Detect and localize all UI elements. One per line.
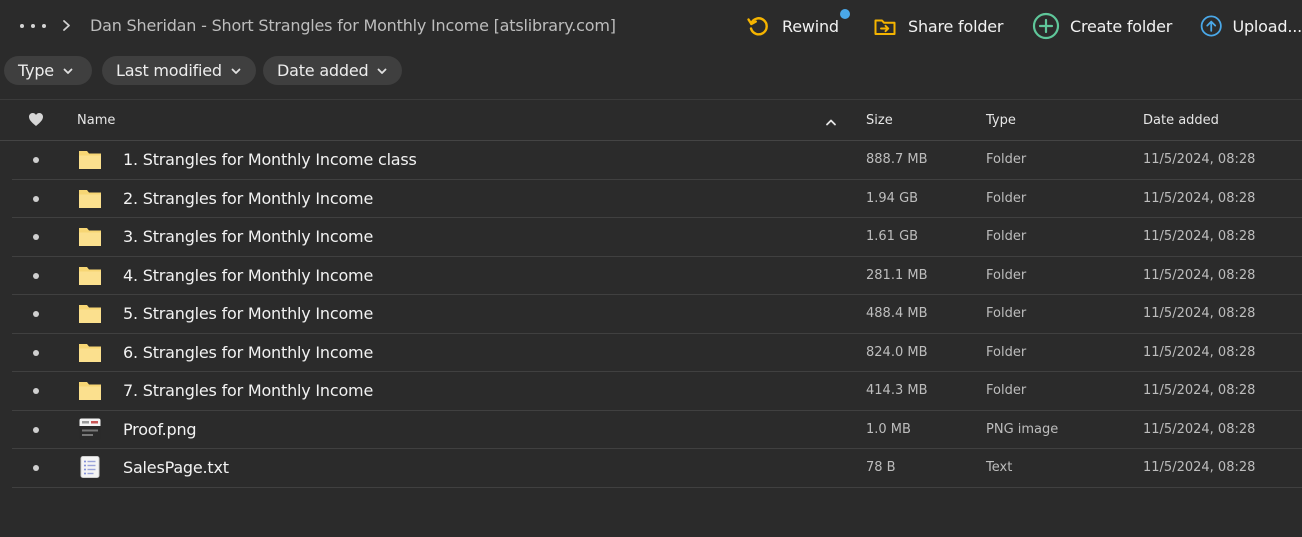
- file-date-added: 11/5/2024, 08:28: [1143, 229, 1256, 244]
- sort-ascending-icon[interactable]: [825, 116, 837, 131]
- folder-icon: [79, 151, 101, 169]
- file-size: 1.94 GB: [866, 190, 919, 206]
- table-row[interactable]: SalesPage.txt 78 B Text 11/5/2024, 08:28: [12, 449, 1302, 488]
- file-date-added: 11/5/2024, 08:28: [1143, 306, 1256, 321]
- table-header: Name Size Type Date added: [0, 99, 1302, 141]
- file-date-added: 11/5/2024, 08:28: [1143, 383, 1256, 398]
- file-size: 1.61 GB: [866, 229, 919, 244]
- rewind-icon: [747, 17, 768, 36]
- type-column-header[interactable]: Type: [986, 113, 1016, 128]
- name-column-header[interactable]: Name: [77, 113, 115, 128]
- table-row[interactable]: 5. Strangles for Monthly Income 488.4 MB…: [12, 295, 1302, 334]
- upload-button[interactable]: Upload...: [1200, 12, 1302, 40]
- row-bullet: [33, 465, 39, 471]
- file-type: Folder: [986, 190, 1027, 206]
- type-filter-label: Type: [18, 61, 54, 80]
- chevron-down-icon: [378, 68, 387, 74]
- file-browser: Dan Sheridan - Short Strangles for Month…: [0, 0, 1302, 537]
- row-bullet: [33, 311, 39, 317]
- date-added-column-header[interactable]: Date added: [1143, 113, 1219, 128]
- file-type: PNG image: [986, 421, 1059, 437]
- row-bullet: [33, 388, 39, 394]
- file-name: 5. Strangles for Monthly Income: [123, 304, 374, 323]
- file-size: 1.0 MB: [866, 421, 911, 437]
- text-file-icon: [80, 456, 100, 478]
- row-bullet: [33, 272, 39, 279]
- row-bullet: [33, 349, 39, 356]
- date-added-filter-label: Date added: [277, 61, 369, 80]
- file-date-added: 11/5/2024, 08:28: [1143, 190, 1256, 206]
- file-type: Folder: [986, 306, 1027, 321]
- size-column-header[interactable]: Size: [866, 113, 893, 128]
- file-date-added: 11/5/2024, 08:28: [1143, 152, 1256, 167]
- plus-circle-icon: [1032, 12, 1060, 40]
- file-type: Text: [986, 460, 1013, 475]
- table-row[interactable]: 4. Strangles for Monthly Income 281.1 MB…: [12, 257, 1302, 295]
- chevron-down-icon: [231, 68, 241, 74]
- file-name: Proof.png: [123, 419, 197, 439]
- upload-label: Upload...: [1232, 16, 1302, 36]
- last-modified-filter[interactable]: Last modified: [102, 56, 256, 85]
- file-type: Folder: [986, 383, 1027, 398]
- rewind-label: Rewind: [782, 16, 839, 36]
- file-date-added: 11/5/2024, 08:28: [1143, 267, 1256, 283]
- table-row[interactable]: 2. Strangles for Monthly Income 1.94 GB …: [12, 180, 1302, 218]
- folder-icon: [79, 343, 101, 362]
- folder-icon: [79, 266, 101, 285]
- file-date-added: 11/5/2024, 08:28: [1143, 344, 1256, 360]
- share-folder-button[interactable]: Share folder: [873, 12, 1004, 40]
- file-date-added: 11/5/2024, 08:28: [1143, 460, 1256, 475]
- favorite-column-heart-icon[interactable]: [28, 112, 44, 131]
- file-type: Folder: [986, 344, 1027, 360]
- file-size: 824.0 MB: [866, 344, 928, 360]
- folder-icon: [79, 189, 101, 208]
- file-size: 281.1 MB: [866, 267, 928, 283]
- file-type: Folder: [986, 267, 1027, 283]
- row-bullet: [33, 234, 39, 240]
- row-bullet: [33, 195, 39, 202]
- file-name: 6. Strangles for Monthly Income: [123, 342, 374, 362]
- file-size: 488.4 MB: [866, 306, 928, 321]
- share-folder-label: Share folder: [908, 16, 1004, 36]
- upload-icon: [1200, 15, 1222, 37]
- date-added-filter[interactable]: Date added: [263, 56, 402, 85]
- create-folder-button[interactable]: Create folder: [1032, 12, 1172, 40]
- create-folder-label: Create folder: [1070, 16, 1173, 36]
- table-row[interactable]: 3. Strangles for Monthly Income 1.61 GB …: [12, 218, 1302, 257]
- table-row[interactable]: 1. Strangles for Monthly Income class 88…: [12, 141, 1302, 180]
- file-name: 7. Strangles for Monthly Income: [123, 381, 374, 400]
- file-list: 1. Strangles for Monthly Income class 88…: [12, 141, 1302, 488]
- folder-icon: [79, 382, 101, 400]
- share-folder-icon: [874, 19, 896, 35]
- file-type: Folder: [986, 229, 1027, 244]
- file-name: 4. Strangles for Monthly Income: [123, 265, 374, 285]
- image-file-icon: [79, 418, 101, 439]
- notification-dot: [840, 9, 850, 19]
- chevron-right-icon: [62, 14, 72, 40]
- file-type: Folder: [986, 152, 1027, 167]
- file-name: 3. Strangles for Monthly Income: [123, 227, 374, 246]
- more-horizontal-icon[interactable]: [20, 16, 46, 36]
- table-row[interactable]: 7. Strangles for Monthly Income 414.3 MB…: [12, 372, 1302, 411]
- last-modified-filter-label: Last modified: [116, 61, 222, 80]
- type-filter[interactable]: Type: [4, 56, 92, 85]
- file-date-added: 11/5/2024, 08:28: [1143, 421, 1256, 437]
- file-name: 1. Strangles for Monthly Income class: [123, 150, 417, 169]
- folder-icon: [79, 228, 101, 246]
- folder-icon: [79, 305, 101, 323]
- file-name: 2. Strangles for Monthly Income: [123, 188, 374, 208]
- chevron-down-icon: [63, 68, 73, 74]
- file-size: 414.3 MB: [866, 383, 928, 398]
- rewind-button[interactable]: Rewind: [745, 9, 850, 40]
- file-size: 78 B: [866, 460, 896, 475]
- file-name: SalesPage.txt: [123, 458, 229, 477]
- top-bar: Dan Sheridan - Short Strangles for Month…: [0, 0, 1302, 52]
- breadcrumb-current-folder[interactable]: Dan Sheridan - Short Strangles for Month…: [90, 16, 616, 35]
- table-row[interactable]: Proof.png 1.0 MB PNG image 11/5/2024, 08…: [12, 411, 1302, 449]
- table-row[interactable]: 6. Strangles for Monthly Income 824.0 MB…: [12, 334, 1302, 372]
- row-bullet: [33, 426, 39, 433]
- file-size: 888.7 MB: [866, 152, 928, 167]
- row-bullet: [33, 157, 39, 163]
